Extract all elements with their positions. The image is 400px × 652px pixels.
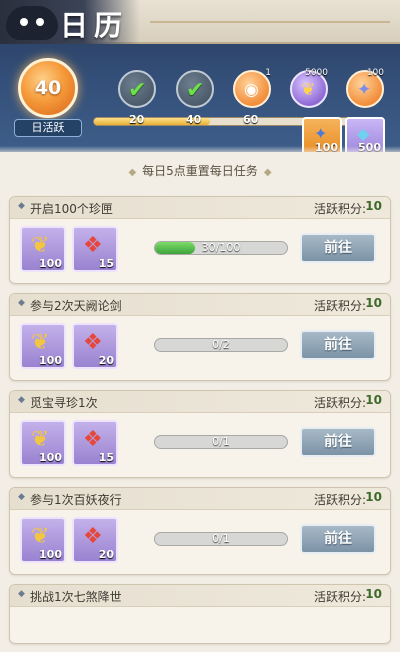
reward-qty: 100 <box>39 548 62 561</box>
feather-icon: ❦ <box>31 233 50 258</box>
bonus-reward-qty: 500 <box>358 141 381 152</box>
task-points-value: 10 <box>365 199 382 213</box>
milestone-count: 100 <box>366 68 384 78</box>
task-name: 参与1次百妖夜行 <box>30 493 122 507</box>
reward-qty: 15 <box>98 257 114 270</box>
task-points-value: 10 <box>365 296 382 310</box>
milestone-60-chest[interactable]: ◉ 1 <box>233 68 271 108</box>
bullet-icon: ◆ <box>18 589 25 599</box>
task-name: 觅宝寻珍1次 <box>30 396 98 410</box>
page-title: 日历 <box>60 9 129 42</box>
feather-icon: ❦ <box>31 524 50 549</box>
reward-feather[interactable]: ❦ 100 <box>20 226 66 272</box>
task-points-value: 10 <box>365 393 382 407</box>
milestone-40-chest[interactable]: ✔ <box>176 70 214 108</box>
task-points-label: 活跃积分: <box>313 299 366 313</box>
bullet-icon: ◆ <box>18 395 25 405</box>
task-progress-text: 0/1 <box>212 435 230 448</box>
task-progress-bar: 0/2 <box>154 338 288 352</box>
task-progress-text: 0/2 <box>212 338 230 351</box>
title-bar: 日历 <box>0 0 400 44</box>
milestone-label-40: 40 <box>186 113 202 126</box>
bonus-reward-1[interactable]: ✦ 100 <box>302 117 342 152</box>
milestone-count: 5000 <box>305 68 328 78</box>
reward-qty: 20 <box>98 354 114 367</box>
go-button[interactable]: 前往 <box>300 330 376 360</box>
orb-icon: ◉ <box>244 80 259 100</box>
reward-feather[interactable]: ❦ 100 <box>20 323 66 369</box>
milestone-80-chest[interactable]: ❦ 5000 <box>290 68 328 108</box>
reward-qty: 100 <box>39 451 62 464</box>
task-points-value: 10 <box>365 587 382 601</box>
bullet-icon: ◆ <box>18 492 25 502</box>
task-progress-bar: 30/100 <box>154 241 288 255</box>
task-name: 参与2次天阙论剑 <box>30 299 122 313</box>
gift-box-icon: ❖ <box>83 524 103 549</box>
task-header: ◆ 开启100个珍匣 活跃积分: 10 <box>10 197 390 219</box>
feather-icon: ❦ <box>301 80 316 100</box>
task-progress-bar: 0/1 <box>154 532 288 546</box>
milestone-label-60: 60 <box>243 113 259 126</box>
go-button[interactable]: 前往 <box>300 524 376 554</box>
milestone-20-chest[interactable]: ✔ <box>118 70 156 108</box>
reward-gift-box[interactable]: ❖ 20 <box>72 323 118 369</box>
feather-icon: ❦ <box>31 330 50 355</box>
activity-value: 40 <box>34 77 62 99</box>
check-icon: ✔ <box>186 78 205 103</box>
task-name: 挑战1次七煞降世 <box>30 590 122 604</box>
gift-box-icon: ❖ <box>83 330 103 355</box>
diamond-icon: ◆ <box>263 167 272 178</box>
task-points-label: 活跃积分: <box>313 590 366 604</box>
reward-gift-box[interactable]: ❖ 15 <box>72 226 118 272</box>
check-icon: ✔ <box>128 78 147 103</box>
reward-qty: 15 <box>98 451 114 464</box>
go-button[interactable]: 前往 <box>300 233 376 263</box>
mascot-icon <box>6 6 58 40</box>
activity-orb-icon: 40 <box>18 58 78 118</box>
task-points-label: 活跃积分: <box>313 396 366 410</box>
task-header: ◆ 觅宝寻珍1次 活跃积分: 10 <box>10 391 390 413</box>
feather-icon: ❦ <box>31 427 50 452</box>
title-divider <box>150 21 390 23</box>
task-progress-text: 0/1 <box>212 532 230 545</box>
task-header: ◆ 挑战1次七煞降世 活跃积分: 10 <box>10 585 390 607</box>
bonus-reward-qty: 100 <box>315 141 338 152</box>
daily-activity-orb: 40 日活跃 <box>14 58 82 138</box>
reward-qty: 100 <box>39 354 62 367</box>
gift-box-icon: ❖ <box>83 233 103 258</box>
task-card: ◆ 参与1次百妖夜行 活跃积分: 10 ❦ 100 ❖ 20 0/1 前往 <box>9 487 391 575</box>
task-card: ◆ 开启100个珍匣 活跃积分: 10 ❦ 100 ❖ 15 30/100 前往 <box>9 196 391 284</box>
reward-qty: 100 <box>39 257 62 270</box>
bullet-icon: ◆ <box>18 298 25 308</box>
task-progress-bar: 0/1 <box>154 435 288 449</box>
gem-icon: ✦ <box>357 80 372 100</box>
reward-gift-box[interactable]: ❖ 15 <box>72 420 118 466</box>
task-points-label: 活跃积分: <box>313 493 366 507</box>
task-header: ◆ 参与1次百妖夜行 活跃积分: 10 <box>10 488 390 510</box>
task-card: ◆ 参与2次天阙论剑 活跃积分: 10 ❦ 100 ❖ 20 0/2 前往 <box>9 293 391 381</box>
task-name: 开启100个珍匣 <box>30 202 113 216</box>
task-progress-text: 30/100 <box>201 241 241 254</box>
task-card: ◆ 挑战1次七煞降世 活跃积分: 10 <box>9 584 391 644</box>
bonus-reward-2[interactable]: ◆ 500 <box>345 117 385 152</box>
milestone-label-20: 20 <box>129 113 145 126</box>
diamond-icon: ◆ <box>128 167 137 178</box>
reward-feather[interactable]: ❦ 100 <box>20 420 66 466</box>
reward-feather[interactable]: ❦ 100 <box>20 517 66 563</box>
reset-notice: ◆ 每日5点重置每日任务 ◆ <box>0 158 400 184</box>
task-points-value: 10 <box>365 490 382 504</box>
go-button[interactable]: 前往 <box>300 427 376 457</box>
calendar-header: 日历 40 日活跃 ✔ ✔ ◉ 1 ❦ 5000 ✦ 100 20 40 60 … <box>0 0 400 152</box>
gift-box-icon: ❖ <box>83 427 103 452</box>
activity-label: 日活跃 <box>14 119 82 137</box>
reset-notice-text: 每日5点重置每日任务 <box>142 164 258 178</box>
bullet-icon: ◆ <box>18 201 25 211</box>
task-header: ◆ 参与2次天阙论剑 活跃积分: 10 <box>10 294 390 316</box>
reward-qty: 20 <box>98 548 114 561</box>
milestone-count: 1 <box>265 68 271 78</box>
reward-gift-box[interactable]: ❖ 20 <box>72 517 118 563</box>
milestone-100-chest[interactable]: ✦ 100 <box>346 68 384 108</box>
task-points-label: 活跃积分: <box>313 202 366 216</box>
task-card: ◆ 觅宝寻珍1次 活跃积分: 10 ❦ 100 ❖ 15 0/1 前往 <box>9 390 391 478</box>
